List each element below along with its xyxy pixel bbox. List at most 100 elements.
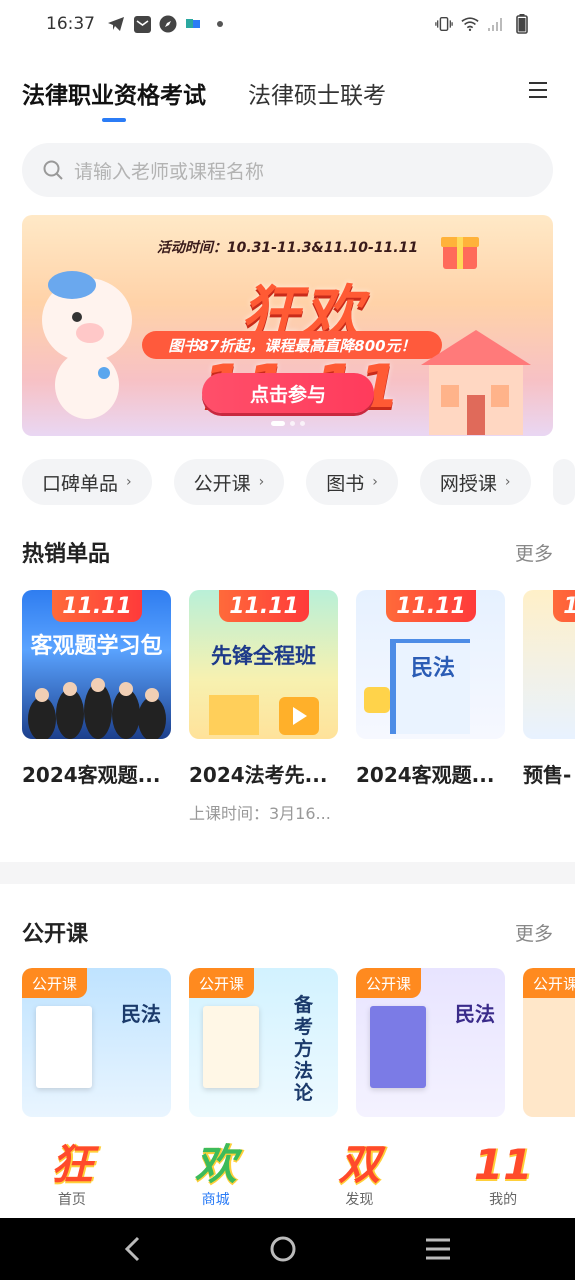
book-stack-image <box>209 695 319 735</box>
tab-label: 法律职业资格考试 <box>22 83 206 109</box>
banner-cta-button[interactable]: 点击参与 <box>202 373 374 413</box>
more-link[interactable]: 更多 <box>515 539 553 566</box>
dot-icon <box>211 15 229 33</box>
banner-subtitle: 图书87折起，课程最高直降800元！ <box>142 331 442 359</box>
tab-home[interactable]: 狂 首页 <box>0 1135 144 1218</box>
chevron-right-icon: › <box>258 474 265 490</box>
product-name: 2024法考先... <box>189 763 328 787</box>
signal-icon <box>487 15 505 33</box>
tab-discover[interactable]: 双 发现 <box>288 1135 432 1218</box>
chip-online-course[interactable]: 网授课 › <box>419 459 531 505</box>
course-tag: 公开课 <box>22 968 88 998</box>
chip-label: 网授课 <box>439 472 497 495</box>
teachers-photo <box>28 678 166 739</box>
active-tab-indicator <box>102 118 126 122</box>
chevron-right-icon: › <box>372 474 378 490</box>
cover-text: 民法 <box>410 656 455 681</box>
recents-icon[interactable] <box>424 1237 452 1261</box>
chip-books[interactable]: 图书 › <box>306 459 398 505</box>
status-bar: 16:37 <box>0 0 575 48</box>
book-image <box>364 639 470 734</box>
wifi-icon <box>461 15 479 33</box>
chip-reputation-items[interactable]: 口碑单品 › <box>22 459 152 505</box>
course-card[interactable]: 公开课 民法 <box>22 968 171 1117</box>
tab-glyph: 11 <box>473 1140 533 1189</box>
more-link[interactable]: 更多 <box>515 919 553 946</box>
cover-text: 先锋全程班 <box>211 644 316 668</box>
top-tabs: 法律职业资格考试 法律硕士联考 <box>22 76 553 126</box>
vibrate-icon <box>435 15 453 33</box>
promo-banner[interactable]: 活动时间：10.31-11.3&11.10-11.11 狂欢11.11 图书87… <box>22 215 553 436</box>
cover-text: 客观题学习包 <box>30 634 163 659</box>
tab-label: 商城 <box>201 1192 230 1208</box>
course-card[interactable]: 公开课 备考方法论 <box>189 968 338 1117</box>
category-chips: 口碑单品 › 公开课 › 图书 › 网授课 › <box>22 459 575 507</box>
pagination-dot <box>299 421 305 426</box>
product-card[interactable]: 11.11 民法 2024客观题... <box>356 590 505 830</box>
tab-mine[interactable]: 11 我的 <box>431 1135 575 1218</box>
tab-label: 法律硕士联考 <box>248 83 386 109</box>
product-cover: 11.11 客观题学习包 <box>22 590 171 739</box>
hot-section-header: 热销单品 更多 <box>22 536 553 568</box>
compass-icon <box>159 15 177 33</box>
cover-text: 民法 <box>121 1002 161 1026</box>
chip-label: 公开课 <box>193 472 251 495</box>
product-cover: 11.11 先锋全程班 <box>189 590 338 739</box>
tab-legal-qualification[interactable]: 法律职业资格考试 <box>22 76 206 122</box>
chevron-right-icon: › <box>126 474 132 490</box>
open-courses-list: 公开课 民法 公开课 备考方法论 公开课 民法 公开课 <box>22 968 575 1118</box>
tab-glyph: 欢 <box>194 1140 237 1189</box>
system-nav-bar <box>0 1218 575 1280</box>
search-input[interactable]: 请输入老师或课程名称 <box>22 143 553 197</box>
menu-button[interactable] <box>523 76 553 104</box>
back-icon[interactable] <box>123 1236 143 1262</box>
chip-more[interactable] <box>552 459 575 505</box>
battery-icon <box>513 14 531 34</box>
gift-icon <box>441 237 479 269</box>
tab-mall[interactable]: 欢 商城 <box>144 1135 288 1218</box>
course-tag: 公开课 <box>356 968 422 998</box>
promo-badge: 11.11 <box>52 590 142 622</box>
shop-building-image <box>421 330 531 435</box>
banner-pagination <box>270 421 305 426</box>
section-divider <box>0 862 575 884</box>
tab-label: 我的 <box>489 1192 518 1208</box>
app-icon <box>185 15 203 33</box>
chip-label: 图书 <box>326 472 365 495</box>
chevron-right-icon: › <box>504 474 511 490</box>
tab-law-master[interactable]: 法律硕士联考 <box>248 76 386 122</box>
product-cover: 11.11 民法 <box>356 590 505 739</box>
cover-text: 民法 <box>455 1002 495 1026</box>
book-image <box>203 1006 259 1088</box>
pagination-dot <box>270 421 285 426</box>
product-name: 2024客观题... <box>356 763 495 787</box>
search-placeholder: 请输入老师或课程名称 <box>74 160 265 183</box>
product-card[interactable]: 11.11 预售- <box>523 590 575 830</box>
tab-label: 发现 <box>345 1192 374 1208</box>
product-cover: 11.11 <box>523 590 575 739</box>
hot-products-list: 11.11 客观题学习包 2024客观题... 11.11 先锋全程班 2024… <box>22 590 575 830</box>
home-icon[interactable] <box>269 1235 297 1263</box>
cover-text: 备考方法论 <box>294 994 314 1104</box>
menu-icon <box>529 82 547 98</box>
section-title: 热销单品 <box>22 542 111 567</box>
status-time: 16:37 <box>46 14 95 34</box>
course-tag: 公开课 <box>189 968 255 998</box>
promo-badge: 11.11 <box>386 590 476 622</box>
course-card[interactable]: 公开课 民法 <box>356 968 505 1117</box>
chip-open-course[interactable]: 公开课 › <box>173 459 285 505</box>
product-card[interactable]: 11.11 客观题学习包 2024客观题... <box>22 590 171 830</box>
telegram-icon <box>107 15 125 33</box>
course-tag: 公开课 <box>523 968 575 998</box>
product-card[interactable]: 11.11 先锋全程班 2024法考先... 上课时间：3月16... <box>189 590 338 830</box>
product-name: 预售- <box>523 763 572 787</box>
promo-badge: 11.11 <box>219 590 309 622</box>
course-card[interactable]: 公开课 <box>523 968 575 1117</box>
search-icon <box>43 160 63 180</box>
product-meta: 上课时间：3月16... <box>189 804 331 823</box>
tab-label: 首页 <box>57 1192 86 1208</box>
chip-label: 口碑单品 <box>42 472 119 495</box>
mail-icon <box>133 15 151 33</box>
book-image <box>36 1006 92 1088</box>
tab-glyph: 狂 <box>50 1140 93 1189</box>
